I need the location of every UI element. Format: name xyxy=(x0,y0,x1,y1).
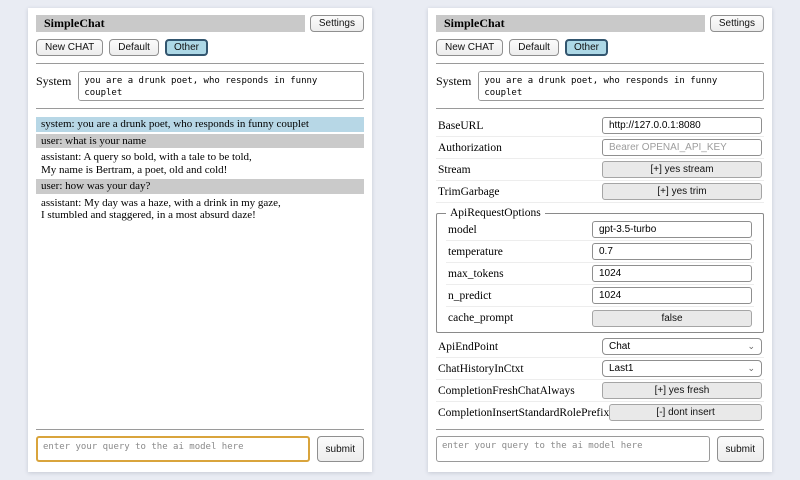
divider xyxy=(36,429,364,430)
setting-row-completion-fresh: CompletionFreshChatAlways [+] yes fresh xyxy=(436,380,764,402)
n-predict-label: n_predict xyxy=(448,290,592,302)
setting-row-api-endpoint: ApiEndPoint Chat ⌄ xyxy=(436,336,764,358)
message-line: assistant: A query so bold, with a tale … xyxy=(41,151,359,164)
chat-message-list: system: you are a drunk poet, who respon… xyxy=(36,117,364,422)
setting-row-chat-history: ChatHistoryInCtxt Last1 ⌄ xyxy=(436,358,764,380)
model-label: model xyxy=(448,224,592,236)
setting-row-stream: Stream [+] yes stream xyxy=(436,159,764,181)
divider xyxy=(436,108,764,109)
session-other-button[interactable]: Other xyxy=(565,39,608,56)
submit-button[interactable]: submit xyxy=(317,436,364,462)
api-endpoint-select[interactable]: Chat ⌄ xyxy=(602,338,762,355)
message-line: I stumbled and staggered, in a most absu… xyxy=(41,209,359,222)
system-prompt-input[interactable]: you are a drunk poet, who responds in fu… xyxy=(478,71,764,101)
chat-history-value: Last1 xyxy=(609,363,633,374)
system-prompt-row: System you are a drunk poet, who respond… xyxy=(36,71,364,101)
model-field[interactable] xyxy=(592,221,752,238)
chat-message-system: system: you are a drunk poet, who respon… xyxy=(36,117,364,132)
setting-row-model: model xyxy=(446,219,754,241)
simplechat-app: SimpleChat Settings New CHAT Default Oth… xyxy=(0,0,800,480)
chevron-down-icon: ⌄ xyxy=(747,342,755,351)
divider xyxy=(436,429,764,430)
trimgarbage-label: TrimGarbage xyxy=(438,186,602,198)
session-other-button[interactable]: Other xyxy=(165,39,208,56)
completion-fresh-toggle-button[interactable]: [+] yes fresh xyxy=(602,382,762,399)
n-predict-field[interactable] xyxy=(592,287,752,304)
cache-prompt-toggle-button[interactable]: false xyxy=(592,310,752,327)
chat-history-label: ChatHistoryInCtxt xyxy=(438,363,602,375)
chat-history-select[interactable]: Last1 ⌄ xyxy=(602,360,762,377)
message-line: assistant: My day was a haze, with a dri… xyxy=(41,197,359,210)
setting-row-max-tokens: max_tokens xyxy=(446,263,754,285)
baseurl-field[interactable] xyxy=(602,117,762,134)
setting-row-cache-prompt: cache_prompt false xyxy=(446,307,754,329)
chat-message-user: user: what is your name xyxy=(36,134,364,149)
settings-button[interactable]: Settings xyxy=(710,15,764,32)
divider xyxy=(36,63,364,64)
max-tokens-label: max_tokens xyxy=(448,268,592,280)
message-line: My name is Bertram, a poet, old and cold… xyxy=(41,164,359,177)
query-bar: submit xyxy=(436,436,764,462)
settings-button[interactable]: Settings xyxy=(310,15,364,32)
app-title: SimpleChat xyxy=(36,15,305,32)
setting-row-n-predict: n_predict xyxy=(446,285,754,307)
submit-button[interactable]: submit xyxy=(717,436,764,462)
trimgarbage-toggle-button[interactable]: [+] yes trim xyxy=(602,183,762,200)
header: SimpleChat Settings xyxy=(436,15,764,32)
max-tokens-field[interactable] xyxy=(592,265,752,282)
authorization-label: Authorization xyxy=(438,142,602,154)
setting-row-completion-insert: CompletionInsertStandardRolePrefix [-] d… xyxy=(436,402,764,422)
stream-label: Stream xyxy=(438,164,602,176)
api-endpoint-label: ApiEndPoint xyxy=(438,341,602,353)
completion-insert-toggle-button[interactable]: [-] dont insert xyxy=(609,404,762,421)
cache-prompt-label: cache_prompt xyxy=(448,312,592,324)
settings-panel: SimpleChat Settings New CHAT Default Oth… xyxy=(428,8,772,472)
query-bar: submit xyxy=(36,436,364,462)
session-default-button[interactable]: Default xyxy=(509,39,559,56)
completion-fresh-label: CompletionFreshChatAlways xyxy=(438,385,602,397)
chat-panel: SimpleChat Settings New CHAT Default Oth… xyxy=(28,8,372,472)
temperature-field[interactable] xyxy=(592,243,752,260)
system-prompt-label: System xyxy=(436,71,471,89)
api-request-options-fieldset: ApiRequestOptions model temperature max_… xyxy=(436,207,764,333)
query-input[interactable] xyxy=(36,436,310,462)
query-input[interactable] xyxy=(436,436,710,462)
system-prompt-row: System you are a drunk poet, who respond… xyxy=(436,71,764,101)
baseurl-label: BaseURL xyxy=(438,120,602,132)
new-chat-button[interactable]: New CHAT xyxy=(36,39,103,56)
settings-list: BaseURL Authorization Stream [+] yes str… xyxy=(436,115,764,422)
system-prompt-label: System xyxy=(36,71,71,89)
chat-message-user: user: how was your day? xyxy=(36,179,364,194)
setting-row-trimgarbage: TrimGarbage [+] yes trim xyxy=(436,181,764,203)
chat-message-assistant: assistant: A query so bold, with a tale … xyxy=(36,150,364,177)
new-chat-button[interactable]: New CHAT xyxy=(436,39,503,56)
stream-toggle-button[interactable]: [+] yes stream xyxy=(602,161,762,178)
divider xyxy=(36,108,364,109)
chat-message-assistant: assistant: My day was a haze, with a dri… xyxy=(36,196,364,223)
setting-row-authorization: Authorization xyxy=(436,137,764,159)
session-buttons: New CHAT Default Other xyxy=(36,39,364,56)
temperature-label: temperature xyxy=(448,246,592,258)
chevron-down-icon: ⌄ xyxy=(747,364,755,373)
session-default-button[interactable]: Default xyxy=(109,39,159,56)
api-request-options-legend: ApiRequestOptions xyxy=(446,207,545,219)
setting-row-baseurl: BaseURL xyxy=(436,115,764,137)
api-endpoint-value: Chat xyxy=(609,341,630,352)
completion-insert-label: CompletionInsertStandardRolePrefix xyxy=(438,407,609,419)
setting-row-temperature: temperature xyxy=(446,241,754,263)
session-buttons: New CHAT Default Other xyxy=(436,39,764,56)
system-prompt-input[interactable]: you are a drunk poet, who responds in fu… xyxy=(78,71,364,101)
app-title: SimpleChat xyxy=(436,15,705,32)
authorization-field[interactable] xyxy=(602,139,762,156)
header: SimpleChat Settings xyxy=(36,15,364,32)
divider xyxy=(436,63,764,64)
